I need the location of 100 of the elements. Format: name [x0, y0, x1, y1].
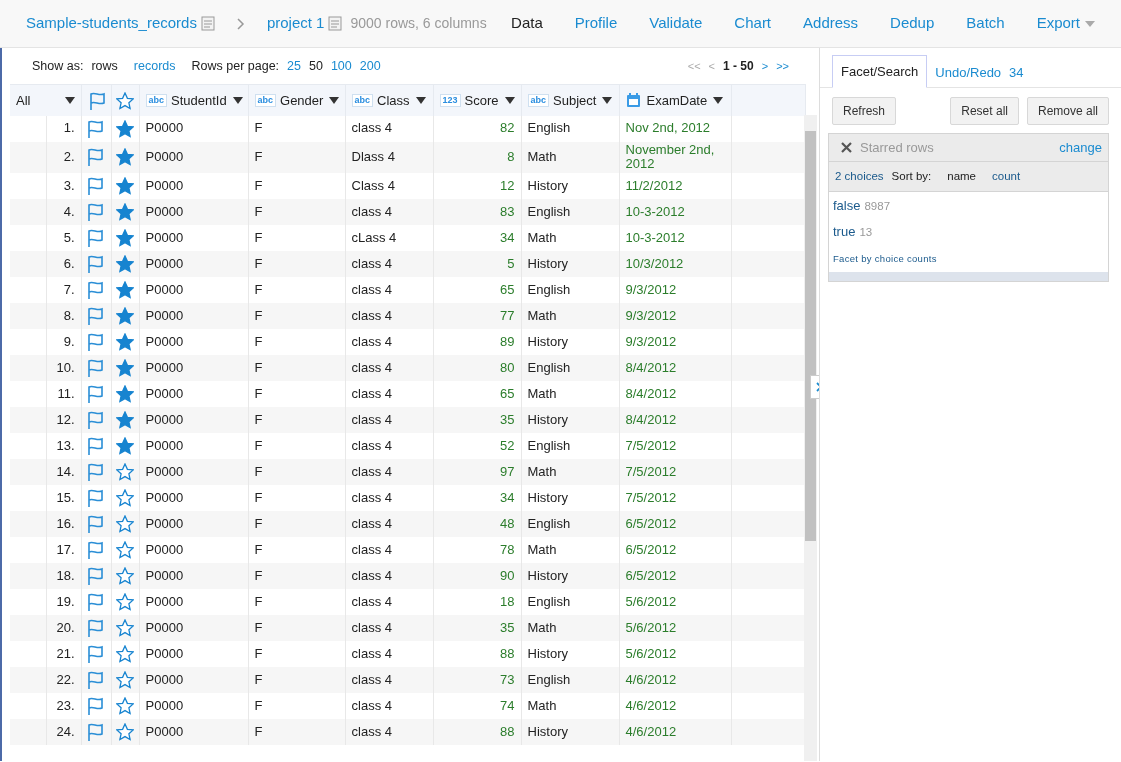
flag-icon[interactable] [85, 462, 104, 483]
flag-icon[interactable] [85, 436, 104, 457]
view-option[interactable]: records [133, 56, 176, 76]
project-link[interactable]: project 1 [266, 12, 325, 35]
scrollbar[interactable] [804, 115, 817, 761]
flag-icon[interactable] [85, 488, 104, 509]
action-button[interactable]: Remove all [1026, 97, 1109, 125]
view-option[interactable]: rows [91, 56, 118, 76]
pager-link[interactable]: > [761, 57, 769, 75]
flag-icon[interactable] [85, 228, 104, 249]
star-icon[interactable] [115, 619, 134, 638]
page-size-option[interactable]: 50 [309, 56, 323, 76]
star-icon[interactable] [115, 489, 134, 508]
page-size-option[interactable]: 100 [330, 56, 352, 76]
flag-icon[interactable] [85, 540, 104, 561]
action-button[interactable]: Refresh [832, 97, 897, 125]
action-button[interactable]: Reset all [950, 97, 1019, 125]
flag-icon[interactable] [85, 358, 104, 379]
column-label: Subject [553, 91, 597, 110]
choice-count: 13 [859, 225, 873, 240]
star-icon[interactable] [115, 148, 134, 167]
flag-icon[interactable] [85, 384, 104, 405]
flag-icon[interactable] [85, 176, 104, 197]
star-icon[interactable] [115, 723, 134, 742]
nav-tab[interactable]: Profile [558, 12, 634, 35]
star-icon[interactable] [115, 359, 134, 378]
sort-option[interactable]: count [992, 167, 1021, 186]
star-icon[interactable] [115, 645, 134, 664]
star-icon[interactable] [115, 593, 134, 612]
table-cell: 12 [500, 177, 515, 193]
star-icon[interactable] [115, 463, 134, 482]
column-header[interactable]: abc Subject [521, 84, 619, 116]
table-cell: P0000 [145, 671, 184, 687]
star-icon[interactable] [115, 333, 134, 352]
table-cell: P0000 [145, 619, 184, 635]
flag-icon[interactable] [85, 410, 104, 431]
column-header[interactable]: 123 Score [433, 84, 521, 116]
star-icon[interactable] [115, 671, 134, 690]
star-icon[interactable] [115, 437, 134, 456]
column-header[interactable]: abc StudentId [139, 84, 248, 116]
table-cell: 35 [500, 411, 515, 427]
nav-tab[interactable]: Data [495, 12, 559, 35]
panel-tab[interactable]: Facet/Search [832, 54, 928, 88]
row-number: 5. [63, 229, 75, 245]
nav-tab[interactable]: Export [1020, 12, 1095, 35]
nav-tab[interactable]: Chart [718, 12, 788, 35]
flag-icon[interactable] [85, 147, 104, 168]
flag-icon[interactable] [85, 592, 104, 613]
facet-choice[interactable]: true [833, 222, 856, 242]
flag-icon[interactable] [85, 670, 104, 691]
star-icon[interactable] [115, 515, 134, 534]
star-icon[interactable] [115, 567, 134, 586]
nav-tab[interactable]: Address [787, 12, 875, 35]
flag-icon[interactable] [85, 618, 104, 639]
flag-icon[interactable] [85, 202, 104, 223]
column-header[interactable]: abc Class [345, 84, 433, 116]
star-icon[interactable] [115, 411, 134, 430]
table-cell: 48 [500, 515, 515, 531]
close-icon[interactable] [841, 142, 852, 153]
nav-tab[interactable]: Dedup [874, 12, 951, 35]
table-cell: F [254, 359, 263, 375]
facet-option-link[interactable]: Facet by choice counts [833, 252, 937, 267]
flag-icon[interactable] [85, 722, 104, 743]
flag-icon[interactable] [85, 332, 104, 353]
star-icon[interactable] [115, 119, 134, 138]
star-icon[interactable] [115, 255, 134, 274]
column-header[interactable]: All [10, 84, 81, 116]
panel-tab[interactable]: Undo/Redo 34 [927, 56, 1032, 88]
table-cell: 8/4/2012 [625, 359, 677, 375]
column-header[interactable]: abc Gender [248, 84, 345, 116]
star-icon[interactable] [115, 697, 134, 716]
table-cell: 97 [500, 463, 515, 479]
dataset-link[interactable]: Sample-students_records [26, 12, 197, 35]
nav-tab[interactable]: Validate [633, 12, 719, 35]
flag-icon[interactable] [85, 306, 104, 327]
star-icon[interactable] [115, 229, 134, 248]
table-cell: Dlass 4 [351, 148, 395, 164]
star-icon[interactable] [115, 541, 134, 560]
page-size-option[interactable]: 25 [287, 56, 301, 76]
page-size-option[interactable]: 200 [359, 56, 381, 76]
star-icon[interactable] [115, 203, 134, 222]
flag-icon[interactable] [85, 566, 104, 587]
facet-choice[interactable]: false [833, 196, 861, 216]
flag-icon[interactable] [85, 696, 104, 717]
star-icon[interactable] [115, 281, 134, 300]
pager-link[interactable]: >> [776, 57, 789, 75]
column-header[interactable]: ExamDate [619, 84, 731, 116]
table-cell: 5/6/2012 [625, 619, 677, 635]
nav-tab[interactable]: Batch [950, 12, 1021, 35]
flag-icon[interactable] [85, 280, 104, 301]
flag-icon[interactable] [85, 254, 104, 275]
table-cell: 89 [500, 333, 515, 349]
star-icon[interactable] [115, 177, 134, 196]
star-icon[interactable] [115, 307, 134, 326]
flag-icon[interactable] [85, 644, 104, 665]
star-icon[interactable] [115, 385, 134, 404]
sort-option[interactable]: name [947, 167, 976, 186]
flag-icon[interactable] [85, 118, 104, 139]
table-cell: 9/3/2012 [625, 281, 677, 297]
flag-icon[interactable] [85, 514, 104, 535]
